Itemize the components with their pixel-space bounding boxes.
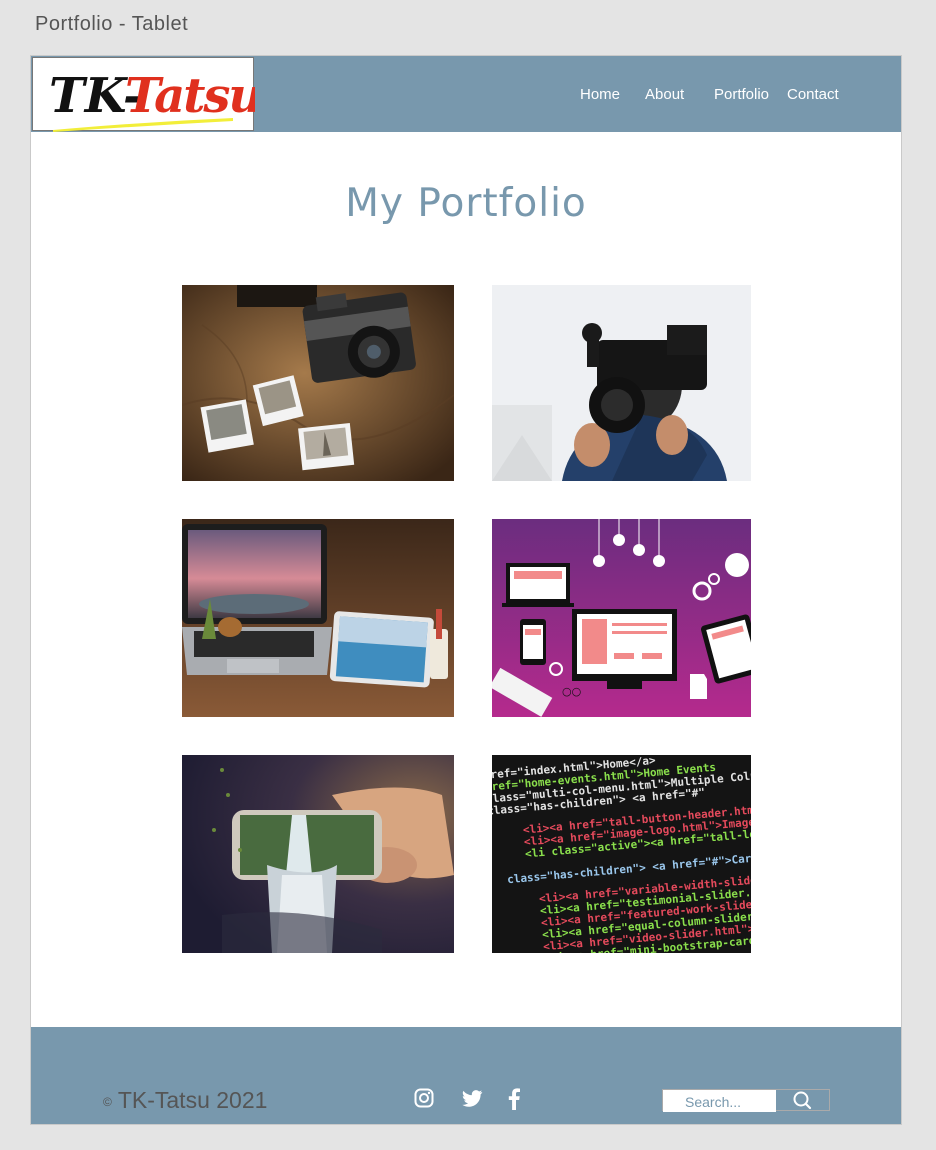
nav-about[interactable]: About — [645, 86, 684, 103]
frame-title: Portfolio - Tablet — [35, 13, 189, 35]
instagram-icon[interactable] — [414, 1088, 434, 1108]
copyright-text: TK-Tatsu 2021 — [117, 1087, 268, 1113]
search-box — [662, 1089, 830, 1112]
portfolio-item-laptop[interactable] — [182, 519, 454, 717]
nav-home[interactable]: Home — [580, 86, 620, 103]
portfolio-item-camera[interactable] — [182, 285, 454, 481]
svg-text:○○: ○○ — [562, 685, 581, 698]
twitter-icon[interactable] — [462, 1090, 483, 1107]
portfolio-item-code[interactable]: href="index.html">Home</a> href="home-ev… — [492, 755, 751, 953]
facebook-icon[interactable] — [508, 1088, 520, 1110]
copyright: © TK-Tatsu 2021 — [103, 1087, 267, 1114]
videographer-photo-image — [492, 285, 751, 481]
nav-menu: Home About Portfolio Contact — [31, 86, 901, 106]
navbar: TK- Tatsu Home About Portfolio Contact — [31, 56, 901, 132]
page-title: My Portfolio — [345, 181, 587, 226]
nav-contact[interactable]: Contact — [787, 86, 839, 103]
copyright-symbol: © — [103, 1094, 112, 1109]
page: TK- Tatsu Home About Portfolio Contact M… — [30, 55, 902, 1125]
footer: © TK-Tatsu 2021 — [31, 1027, 901, 1124]
portfolio-item-videographer[interactable] — [492, 285, 751, 481]
portfolio-item-web-design[interactable]: ○○ — [492, 519, 751, 717]
nav-portfolio[interactable]: Portfolio — [714, 86, 769, 103]
search-input[interactable] — [663, 1090, 776, 1112]
web-design-illustration-image: ○○ — [492, 519, 751, 717]
search-icon[interactable] — [777, 1090, 829, 1110]
portfolio-item-phone-waterfall[interactable] — [182, 755, 454, 953]
laptop-photo-image — [182, 519, 454, 717]
camera-photo-image — [182, 285, 454, 481]
code-screen-image: href="index.html">Home</a> href="home-ev… — [492, 755, 751, 953]
phone-waterfall-image — [182, 755, 454, 953]
